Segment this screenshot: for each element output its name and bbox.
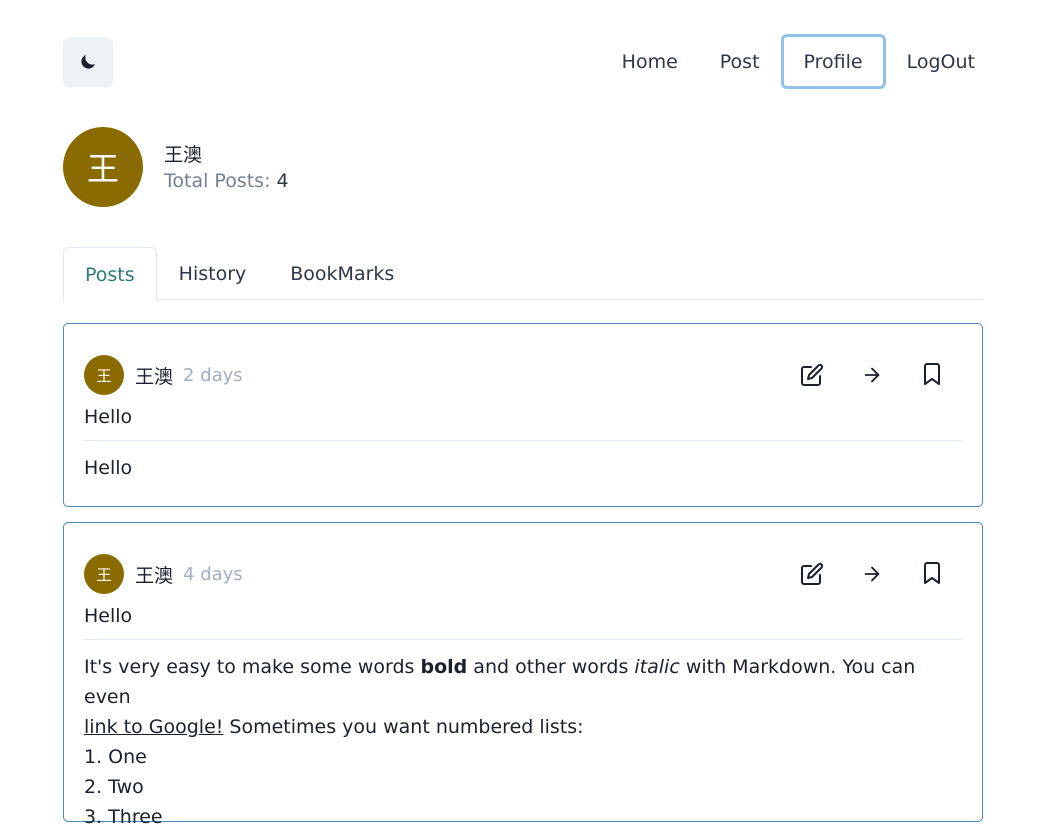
body-text: Sometimes you want numbered lists: — [223, 716, 584, 738]
edit-button[interactable] — [792, 355, 832, 395]
post-body: Hello — [84, 457, 133, 479]
arrow-right-icon — [864, 566, 880, 582]
profile-tabs: Posts History BookMarks — [63, 247, 983, 301]
divider — [84, 639, 962, 640]
list-item: 1. One — [84, 746, 147, 768]
post-card: 王 王澳 4 days Hello It's very easy to make… — [63, 522, 983, 828]
numbered-list: 1. One 2. Two 3. Three — [84, 742, 962, 832]
tab-bookmarks[interactable]: BookMarks — [268, 247, 416, 300]
avatar: 王 — [84, 355, 124, 395]
body-text: and other words — [467, 656, 635, 678]
bookmark-button[interactable] — [912, 554, 952, 594]
post-header: 王 王澳 2 days — [84, 355, 962, 395]
total-posts: Total Posts: 4 — [164, 170, 289, 192]
bold-text: bold — [420, 656, 468, 678]
bookmark-button[interactable] — [912, 355, 952, 395]
italic-text: italic — [634, 656, 680, 678]
moon-icon — [81, 54, 96, 69]
top-nav: Home Post Profile LogOut — [601, 34, 978, 89]
profile-name: 王澳 — [164, 144, 203, 166]
nav-home[interactable]: Home — [601, 34, 699, 89]
post-time: 4 days — [183, 563, 243, 585]
post-time: 2 days — [183, 364, 243, 386]
nav-post[interactable]: Post — [699, 34, 781, 89]
total-posts-label: Total Posts: — [164, 170, 271, 192]
arrow-right-icon — [864, 367, 880, 383]
post-author: 王澳 — [135, 365, 174, 388]
theme-toggle-button[interactable] — [63, 37, 113, 87]
edit-icon — [801, 562, 824, 585]
tab-history[interactable]: History — [157, 247, 269, 300]
divider — [84, 440, 962, 441]
google-link[interactable]: link to Google! — [84, 716, 223, 738]
edit-icon — [801, 363, 824, 386]
bookmark-icon — [924, 562, 940, 584]
body-text: It's very easy to make some words — [84, 656, 421, 678]
edit-button[interactable] — [792, 554, 832, 594]
post-title: Hello — [84, 406, 133, 428]
post-body: It's very easy to make some words bold a… — [84, 652, 962, 832]
post-title: Hello — [84, 605, 133, 627]
avatar: 王 — [84, 554, 124, 594]
tab-posts[interactable]: Posts — [63, 247, 157, 301]
nav-logout[interactable]: LogOut — [886, 34, 978, 89]
post-actions — [772, 355, 952, 395]
post-author: 王澳 — [135, 564, 174, 587]
open-post-button[interactable] — [852, 554, 892, 594]
post-card: 王 王澳 2 days Hello Hello — [63, 323, 983, 507]
nav-profile[interactable]: Profile — [780, 34, 886, 89]
total-posts-count: 4 — [276, 170, 289, 192]
post-actions — [772, 554, 952, 594]
profile-avatar: 王 — [63, 127, 143, 207]
bookmark-icon — [924, 363, 940, 385]
list-item: 3. Three — [84, 806, 163, 828]
list-item: 2. Two — [84, 776, 144, 798]
post-header: 王 王澳 4 days — [84, 554, 962, 594]
open-post-button[interactable] — [852, 355, 892, 395]
